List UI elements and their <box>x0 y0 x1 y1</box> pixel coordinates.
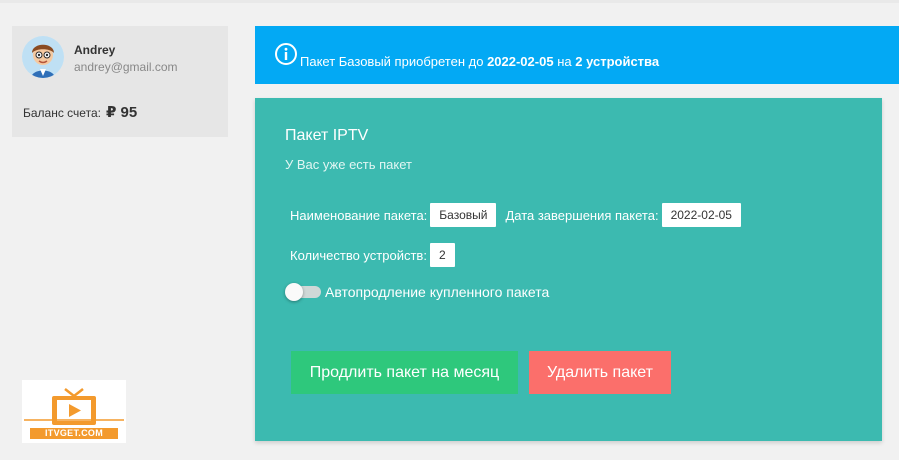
package-end-value: 2022-02-05 <box>661 203 741 227</box>
toggle-knob <box>285 283 303 301</box>
banner-prefix: Пакет Базовый приобретен до <box>300 53 484 69</box>
user-avatar <box>22 36 64 78</box>
logo-text: ITVGET.COM <box>44 428 103 438</box>
banner-date: 2022-02-05 <box>487 53 554 69</box>
delete-package-button[interactable]: Удалить пакет <box>529 351 671 394</box>
package-devices-row: Количество устройств: 2 <box>290 243 455 267</box>
banner-middle: на <box>557 53 572 69</box>
devices-label: Количество устройств: <box>290 247 427 263</box>
banner-text: Пакет Базовый приобретен до 2022-02-05 н… <box>300 54 659 69</box>
autorenew-label: Автопродление купленного пакета <box>325 284 550 300</box>
package-name-value: Базовый <box>430 203 497 227</box>
user-name: Andrey <box>74 43 116 57</box>
info-icon <box>275 43 297 65</box>
package-subtitle: У Вас уже есть пакет <box>285 157 412 172</box>
package-name-label: Наименование пакета: <box>290 207 428 223</box>
autorenew-toggle[interactable] <box>285 283 321 301</box>
package-title: Пакет IPTV <box>285 127 369 144</box>
user-email: andrey@gmail.com <box>74 60 178 74</box>
info-banner: Пакет Базовый приобретен до 2022-02-05 н… <box>255 26 899 84</box>
balance-value: ₽ 95 <box>105 104 138 121</box>
balance-label: Баланс счета: <box>23 106 101 120</box>
user-card: Andrey andrey@gmail.com Баланс счета: ₽ … <box>12 26 228 137</box>
package-info-row: Наименование пакета: Базовый Дата заверш… <box>290 203 741 227</box>
account-balance: Баланс счета: ₽ 95 <box>23 103 137 121</box>
package-card: Пакет IPTV У Вас уже есть пакет Наименов… <box>255 98 882 441</box>
package-end-label: Дата завершения пакета: <box>505 207 659 223</box>
extend-package-button[interactable]: Продлить пакет на месяц <box>291 351 518 394</box>
site-logo[interactable]: ITVGET.COM <box>22 380 126 443</box>
top-divider <box>0 0 899 3</box>
devices-value: 2 <box>429 243 455 267</box>
autorenew-row: Автопродление купленного пакета <box>285 283 550 301</box>
banner-devices: 2 устройства <box>575 53 660 69</box>
avatar-icon <box>22 36 64 78</box>
